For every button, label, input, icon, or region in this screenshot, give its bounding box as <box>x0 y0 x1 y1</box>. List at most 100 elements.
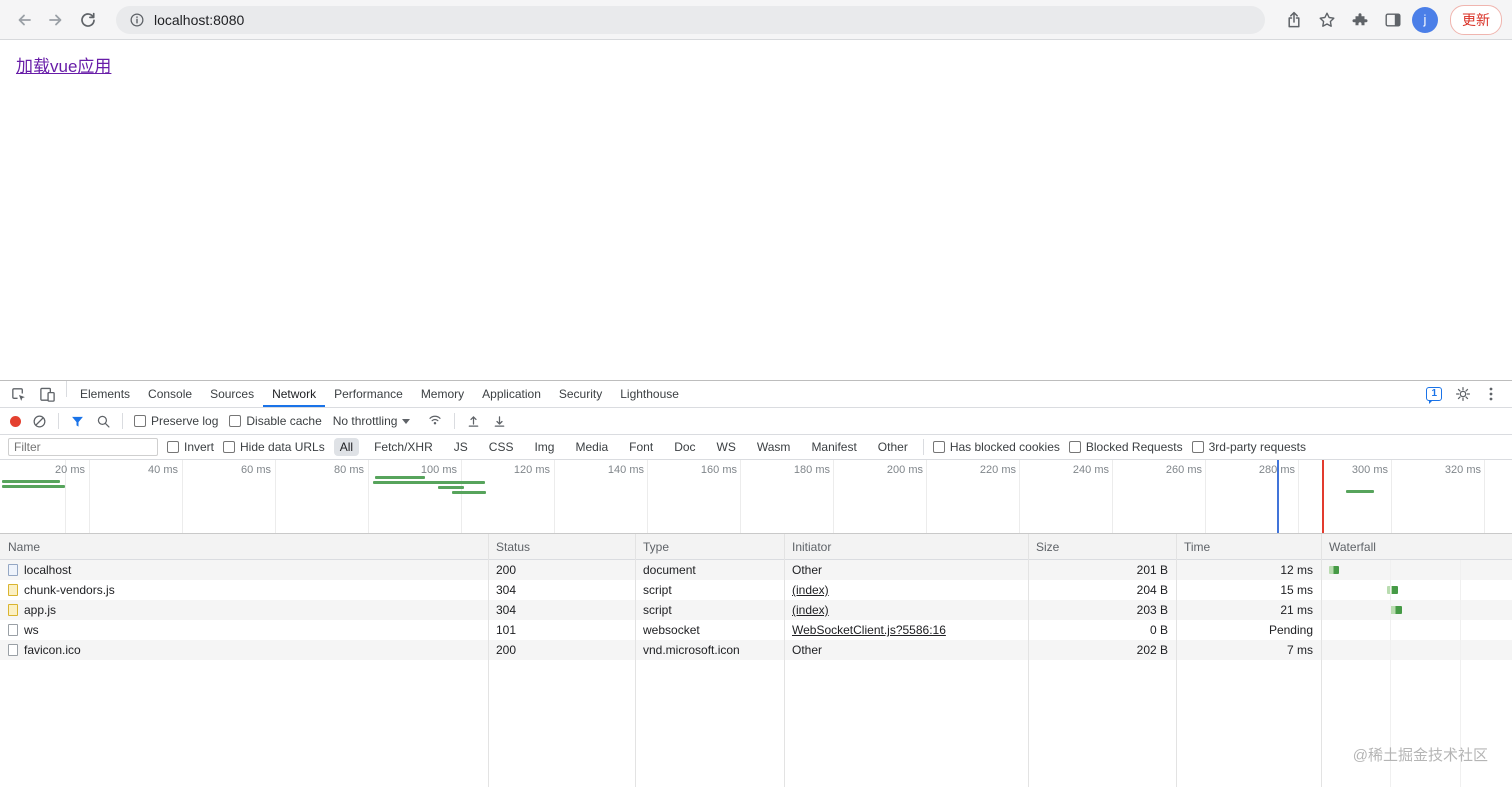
network-overview-timeline[interactable]: 20 ms 40 ms 60 ms 80 ms 100 ms 120 ms 14… <box>0 460 1512 534</box>
bookmark-star-icon[interactable] <box>1318 11 1336 29</box>
column-header-type[interactable]: Type <box>635 534 784 559</box>
filter-type-wasm[interactable]: Wasm <box>751 438 797 456</box>
toolbar-actions <box>1285 11 1402 29</box>
request-size: 202 B <box>1136 643 1168 657</box>
table-row[interactable]: app.js 304 script (index) 203 B 21 ms <box>0 600 1512 620</box>
filter-type-js[interactable]: JS <box>448 438 474 456</box>
third-party-requests-checkbox[interactable]: 3rd-party requests <box>1191 440 1306 454</box>
throttling-value: No throttling <box>332 414 398 428</box>
settings-gear-icon[interactable] <box>1455 386 1471 402</box>
filter-type-css[interactable]: CSS <box>483 438 520 456</box>
tab-application[interactable]: Application <box>473 381 550 407</box>
filter-type-other[interactable]: Other <box>872 438 914 456</box>
load-vue-app-link[interactable]: 加载vue应用 <box>16 52 111 77</box>
overview-request-bar <box>2 480 60 483</box>
column-separator[interactable] <box>635 534 636 787</box>
address-bar[interactable]: localhost:8080 <box>116 5 1265 34</box>
clear-icon[interactable] <box>32 414 47 429</box>
throttling-dropdown[interactable]: No throttling <box>333 414 411 428</box>
filter-type-ws[interactable]: WS <box>711 438 742 456</box>
request-type: script <box>643 603 672 617</box>
timeline-tick-label: 240 ms <box>1072 464 1109 476</box>
inspect-element-icon[interactable] <box>4 381 33 407</box>
initiator-link[interactable]: (index) <box>792 580 829 600</box>
checkbox-box <box>167 441 179 453</box>
tab-elements[interactable]: Elements <box>71 381 139 407</box>
timeline-tick-label: 320 ms <box>1444 464 1481 476</box>
profile-avatar[interactable]: j <box>1412 6 1438 33</box>
chrome-update-button[interactable]: 更新 <box>1450 4 1502 35</box>
initiator-link[interactable]: WebSocketClient.js?5586:16 <box>792 620 946 640</box>
column-separator[interactable] <box>784 534 785 787</box>
site-info-icon[interactable] <box>129 12 145 28</box>
request-size: 0 B <box>1149 623 1168 637</box>
browser-toolbar: localhost:8080 j 更新 <box>0 0 1512 40</box>
column-header-size[interactable]: Size <box>1028 534 1176 559</box>
column-separator[interactable] <box>1176 534 1177 787</box>
table-row[interactable]: localhost 200 document Other 201 B 12 ms <box>0 560 1512 580</box>
tab-sources[interactable]: Sources <box>201 381 263 407</box>
import-har-icon[interactable] <box>466 414 481 429</box>
column-header-time[interactable]: Time <box>1176 534 1321 559</box>
tab-network[interactable]: Network <box>263 381 325 407</box>
filter-funnel-icon[interactable] <box>70 414 85 429</box>
hide-data-urls-checkbox[interactable]: Hide data URLs <box>223 440 325 454</box>
timeline-tick-label: 280 ms <box>1258 464 1295 476</box>
console-messages-badge[interactable]: 1 <box>1426 387 1442 404</box>
filter-type-doc[interactable]: Doc <box>668 438 701 456</box>
overview-request-bar <box>438 486 464 489</box>
search-icon[interactable] <box>96 414 111 429</box>
table-row[interactable]: chunk-vendors.js 304 script (index) 204 … <box>0 580 1512 600</box>
filter-type-fetch-xhr[interactable]: Fetch/XHR <box>368 438 439 456</box>
preserve-log-checkbox[interactable]: Preserve log <box>134 414 218 428</box>
network-conditions-icon[interactable] <box>427 413 443 429</box>
column-separator[interactable] <box>1321 534 1322 787</box>
filter-type-media[interactable]: Media <box>569 438 614 456</box>
reload-icon[interactable] <box>74 6 102 34</box>
request-status: 304 <box>496 583 517 597</box>
filter-type-img[interactable]: Img <box>528 438 560 456</box>
has-blocked-cookies-checkbox[interactable]: Has blocked cookies <box>932 440 1060 454</box>
timeline-tick-label: 100 ms <box>420 464 457 476</box>
checkbox-box <box>1191 441 1204 453</box>
forward-icon[interactable] <box>42 6 70 34</box>
column-header-waterfall[interactable]: Waterfall <box>1321 534 1512 559</box>
column-header-initiator[interactable]: Initiator <box>784 534 1028 559</box>
tab-security[interactable]: Security <box>550 381 611 407</box>
websocket-file-icon <box>8 624 18 636</box>
timeline-tick-label: 40 ms <box>148 464 178 476</box>
filter-input[interactable] <box>8 438 158 456</box>
more-options-icon[interactable] <box>1484 386 1498 402</box>
device-toolbar-icon[interactable] <box>33 381 62 407</box>
share-icon[interactable] <box>1285 11 1303 29</box>
filter-type-all[interactable]: All <box>333 438 360 456</box>
column-separator[interactable] <box>1028 534 1029 787</box>
divider <box>922 439 924 455</box>
initiator-link[interactable]: (index) <box>792 600 829 620</box>
extensions-icon[interactable] <box>1351 11 1369 29</box>
waterfall-bar <box>1329 566 1339 574</box>
invert-label: Invert <box>184 440 215 454</box>
blocked-requests-checkbox[interactable]: Blocked Requests <box>1068 440 1183 454</box>
filter-type-manifest[interactable]: Manifest <box>805 438 862 456</box>
tab-console[interactable]: Console <box>139 381 201 407</box>
table-row[interactable]: favicon.ico 200 vnd.microsoft.icon Other… <box>0 640 1512 660</box>
column-header-name[interactable]: Name <box>0 534 488 559</box>
tab-memory[interactable]: Memory <box>412 381 473 407</box>
back-icon[interactable] <box>10 6 38 34</box>
table-row[interactable]: ws 101 websocket WebSocketClient.js?5586… <box>0 620 1512 640</box>
disable-cache-checkbox[interactable]: Disable cache <box>229 414 322 428</box>
request-name: app.js <box>24 603 57 617</box>
request-name: favicon.ico <box>24 643 81 657</box>
request-name: chunk-vendors.js <box>24 583 115 597</box>
export-har-icon[interactable] <box>492 414 507 429</box>
column-header-status[interactable]: Status <box>488 534 635 559</box>
column-separator[interactable] <box>488 534 489 787</box>
timeline-tick-label: 260 ms <box>1165 464 1202 476</box>
tab-lighthouse[interactable]: Lighthouse <box>611 381 688 407</box>
filter-type-font[interactable]: Font <box>623 438 659 456</box>
invert-checkbox[interactable]: Invert <box>167 440 214 454</box>
sidebar-icon[interactable] <box>1384 11 1402 29</box>
record-button[interactable] <box>10 415 21 427</box>
tab-performance[interactable]: Performance <box>325 381 412 407</box>
